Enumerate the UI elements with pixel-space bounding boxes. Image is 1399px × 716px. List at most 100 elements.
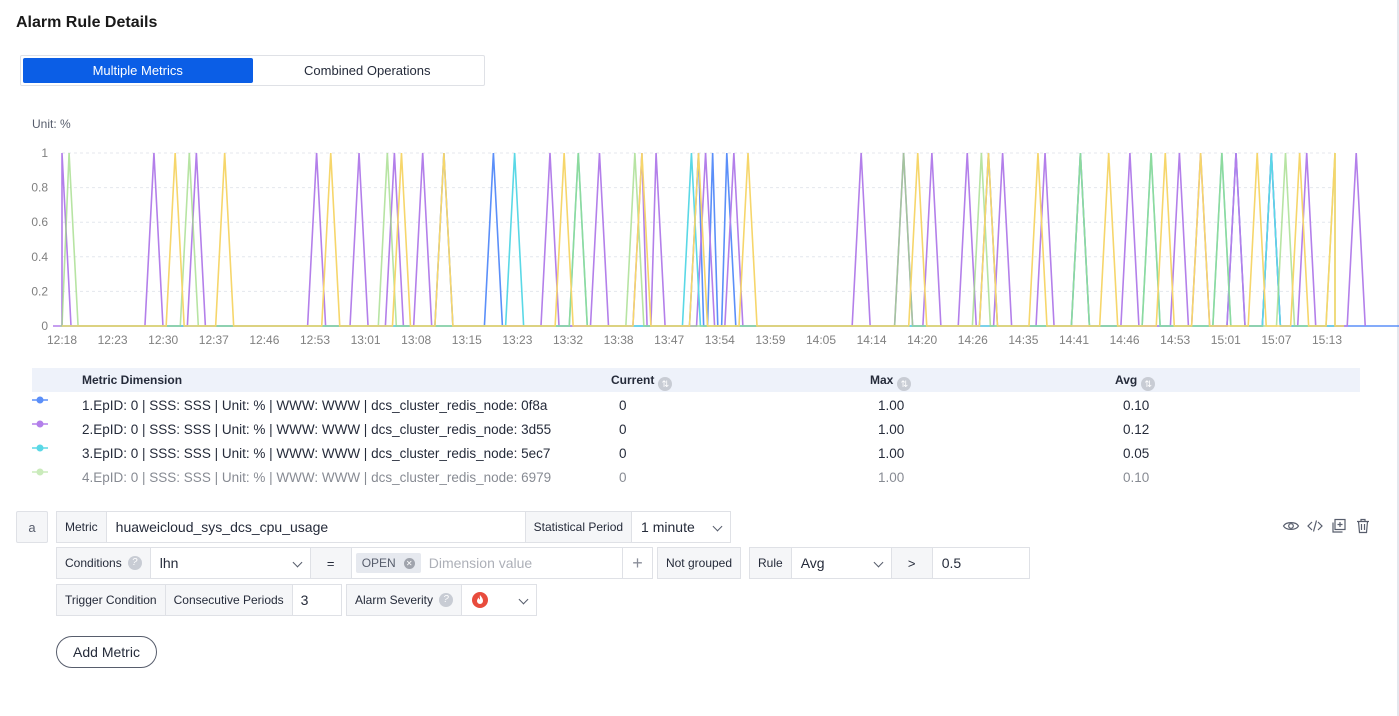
x-tick-label: 14:35 <box>1008 333 1038 347</box>
dimension-tag: OPEN ✕ <box>355 553 421 573</box>
legend-dimension: 4.EpID: 0 | SSS: SSS | Unit: % | WWW: WW… <box>82 470 552 485</box>
help-icon: ? <box>127 556 142 570</box>
comparator-select[interactable]: > <box>891 548 933 578</box>
series-line-icon <box>32 468 48 476</box>
chevron-down-icon <box>873 557 884 568</box>
dimension-select[interactable]: lhn <box>151 548 311 578</box>
y-tick-label: 0.4 <box>31 250 48 264</box>
dimension-value: lhn <box>159 555 179 571</box>
x-tick-label: 14:26 <box>958 333 988 347</box>
consecutive-periods-label: Consecutive Periods <box>165 585 293 615</box>
legend-dimension: 1.EpID: 0 | SSS: SSS | Unit: % | WWW: WW… <box>82 398 548 413</box>
legend-max: 1.00 <box>878 470 905 485</box>
legend-row[interactable]: 1.EpID: 0 | SSS: SSS | Unit: % | WWW: WW… <box>32 394 1360 418</box>
legend-row[interactable]: 4.EpID: 0 | SSS: SSS | Unit: % | WWW: WW… <box>32 466 1360 490</box>
metric-input[interactable]: huaweicloud_sys_dcs_cpu_usage <box>107 519 525 535</box>
rule-select[interactable]: Avg <box>792 548 892 578</box>
x-tick-label: 13:08 <box>401 333 431 347</box>
add-condition-button[interactable]: + <box>622 547 653 579</box>
x-tick-label: 14:05 <box>806 333 836 347</box>
eye-icon[interactable] <box>1282 517 1300 535</box>
add-metric-button[interactable]: Add Metric <box>56 636 157 668</box>
threshold-input[interactable]: 0.5 <box>933 555 970 571</box>
metric-badge: a <box>16 511 48 543</box>
x-tick-label: 14:14 <box>857 333 887 347</box>
critical-fire-icon <box>472 592 489 608</box>
legend-header: Metric Dimension Current ⇅ Max ⇅ Avg ⇅ <box>32 368 1360 392</box>
legend-avg: 0.10 <box>1123 470 1150 485</box>
help-icon: ? <box>439 593 454 607</box>
y-tick-label: 0.6 <box>31 215 48 229</box>
row-actions <box>1282 517 1372 535</box>
sort-icon: ⇅ <box>658 377 673 391</box>
not-grouped-button[interactable]: Not grouped <box>657 547 741 579</box>
x-tick-label: 12:18 <box>47 333 77 347</box>
conditions-label: Conditions? <box>57 548 151 578</box>
legend-header-max[interactable]: Max ⇅ <box>870 373 912 391</box>
series-line-icon <box>32 420 48 428</box>
series-line-icon <box>32 396 48 404</box>
legend-header-avg[interactable]: Avg ⇅ <box>1115 373 1156 391</box>
code-icon[interactable] <box>1306 517 1324 535</box>
legend-avg: 0.12 <box>1123 422 1150 437</box>
x-tick-label: 13:32 <box>553 333 583 347</box>
x-tick-label: 12:46 <box>249 333 279 347</box>
metric-chart: 0 0.2 0.4 0.6 0.8 1 12:18 12:23 12:30 12:37 12:46 1… <box>31 146 1399 347</box>
rule-row: Rule Avg > 0.5 <box>749 547 1030 579</box>
trigger-condition-label: Trigger Condition <box>57 585 166 615</box>
x-tick-label: 12:37 <box>199 333 229 347</box>
stat-period-value: 1 minute <box>641 519 695 535</box>
stat-period-select[interactable]: 1 minute <box>632 512 730 542</box>
metric-label: Metric <box>57 512 107 542</box>
legend-current: 0 <box>619 398 627 413</box>
dimension-value-input[interactable]: OPEN ✕ Dimension value <box>352 548 622 578</box>
x-tick-label: 13:47 <box>654 333 684 347</box>
x-tick-label: 15:01 <box>1211 333 1241 347</box>
stat-period-label: Statistical Period <box>524 512 633 542</box>
legend-row[interactable]: 2.EpID: 0 | SSS: SSS | Unit: % | WWW: WW… <box>32 418 1360 442</box>
close-icon[interactable]: ✕ <box>403 557 415 569</box>
series-line-1 <box>62 152 1399 327</box>
copy-icon[interactable] <box>1330 517 1348 535</box>
delete-icon[interactable] <box>1354 517 1372 535</box>
y-tick-label: 0.8 <box>31 181 48 195</box>
x-tick-label: 14:53 <box>1160 333 1190 347</box>
alarm-severity-label: Alarm Severity? <box>347 585 463 615</box>
legend-avg: 0.10 <box>1123 398 1150 413</box>
series-line-icon <box>32 444 48 452</box>
x-tick-label: 12:23 <box>98 333 128 347</box>
legend-dimension: 3.EpID: 0 | SSS: SSS | Unit: % | WWW: WW… <box>82 446 551 461</box>
legend-row[interactable]: 3.EpID: 0 | SSS: SSS | Unit: % | WWW: WW… <box>32 442 1360 466</box>
conditions-row: Conditions? lhn = OPEN ✕ Dimension value <box>56 547 623 579</box>
x-tick-label: 12:53 <box>300 333 330 347</box>
chevron-down-icon <box>712 521 723 532</box>
chevron-down-icon <box>292 557 303 568</box>
chevron-down-icon <box>518 594 529 605</box>
sort-icon: ⇅ <box>897 377 912 391</box>
x-tick-label: 13:59 <box>755 333 785 347</box>
severity-select[interactable] <box>462 585 536 615</box>
legend-max: 1.00 <box>878 446 905 461</box>
x-tick-label: 13:15 <box>452 333 482 347</box>
x-tick-label: 13:23 <box>502 333 532 347</box>
sort-icon: ⇅ <box>1141 377 1156 391</box>
operator-equals: = <box>310 548 352 578</box>
legend-avg: 0.05 <box>1123 446 1150 461</box>
x-tick-label: 12:30 <box>148 333 178 347</box>
legend-header-dimension: Metric Dimension <box>82 373 183 387</box>
legend-current: 0 <box>619 422 627 437</box>
legend-max: 1.00 <box>878 398 905 413</box>
consecutive-periods-input[interactable]: 3 <box>293 592 318 608</box>
x-tick-label: 13:01 <box>351 333 381 347</box>
x-tick-label: 15:13 <box>1312 333 1342 347</box>
legend-header-current[interactable]: Current ⇅ <box>611 373 673 391</box>
series-line-2 <box>53 152 1367 327</box>
x-tick-label: 13:38 <box>604 333 634 347</box>
x-tick-label: 14:46 <box>1110 333 1140 347</box>
y-tick-label: 0.2 <box>31 284 48 298</box>
metric-row: Metric huaweicloud_sys_dcs_cpu_usage Sta… <box>56 511 731 543</box>
legend-dimension: 2.EpID: 0 | SSS: SSS | Unit: % | WWW: WW… <box>82 422 552 437</box>
severity-row: Alarm Severity? <box>346 584 537 616</box>
rule-label: Rule <box>750 548 792 578</box>
x-tick-label: 13:54 <box>705 333 735 347</box>
